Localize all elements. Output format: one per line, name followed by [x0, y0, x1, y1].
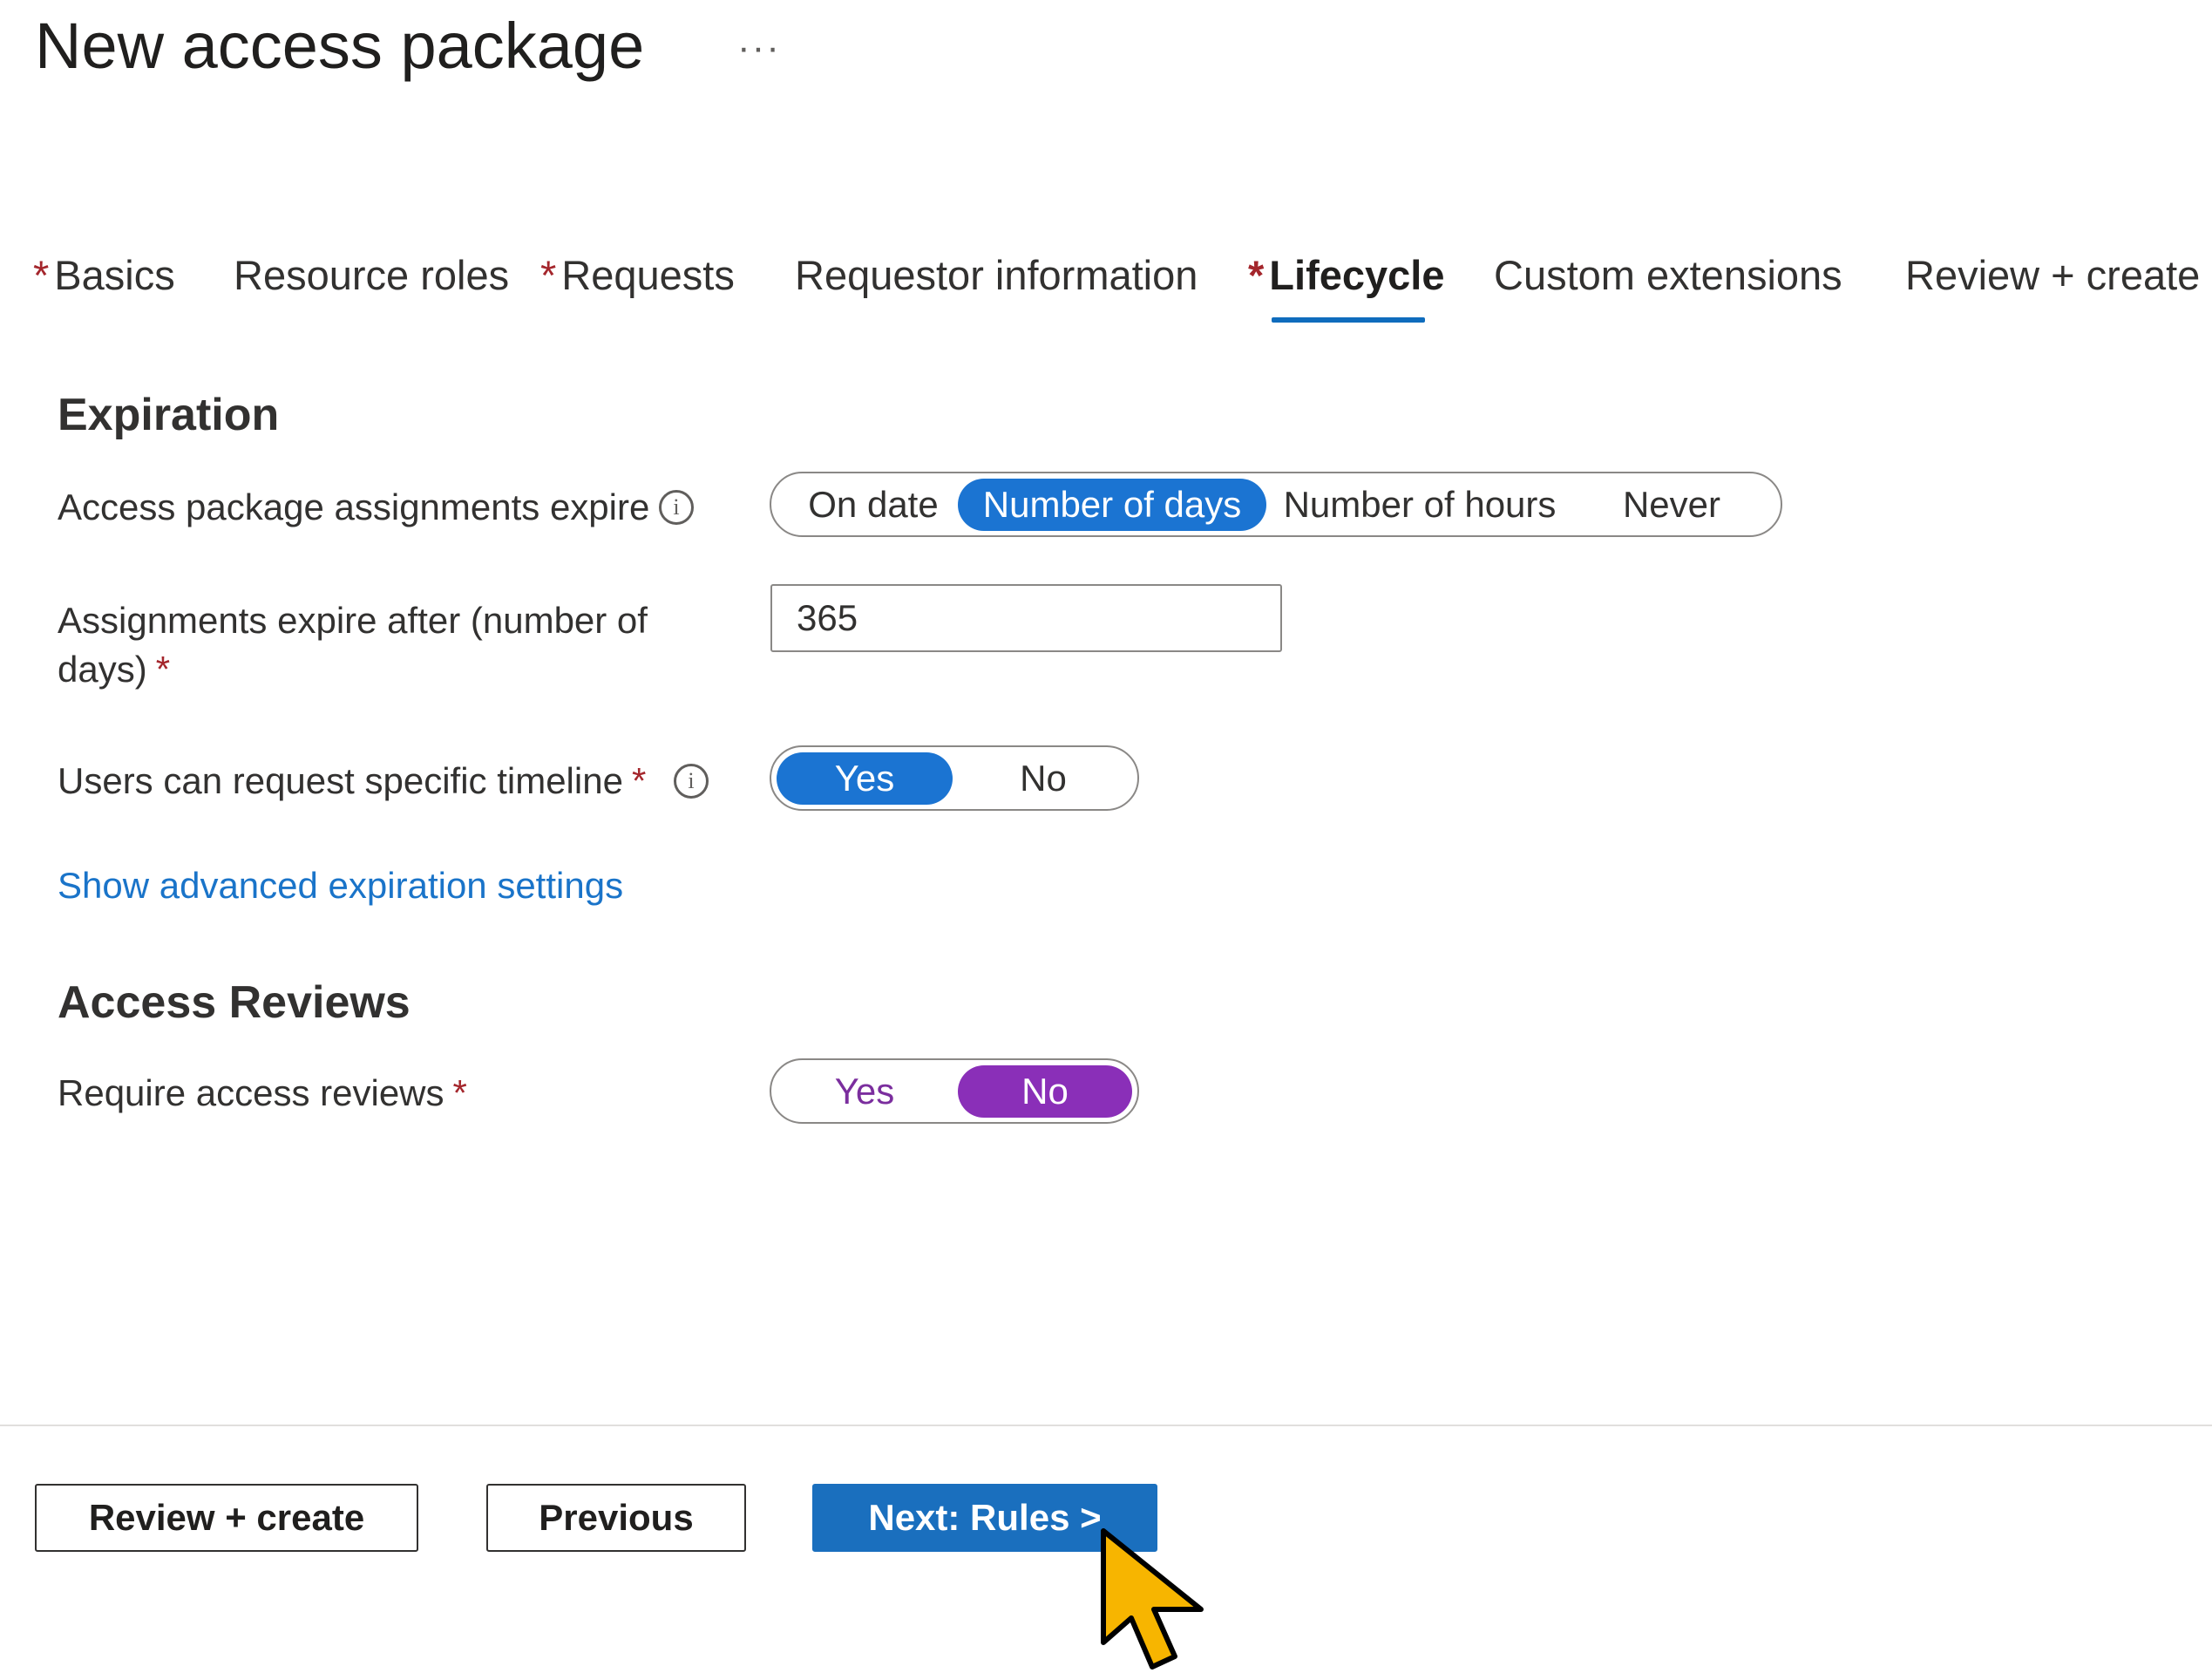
info-glyph: i	[673, 494, 680, 520]
wizard-tabs: * Basics Resource roles * Requests Request…	[0, 251, 2212, 330]
info-icon[interactable]: i	[674, 764, 709, 799]
timeline-yes[interactable]: Yes	[777, 752, 953, 805]
tab-label: Basics	[54, 252, 175, 298]
required-mark: *	[631, 760, 647, 801]
footer-divider	[0, 1425, 2212, 1426]
required-mark: *	[33, 252, 50, 298]
active-tab-indicator	[1272, 317, 1425, 323]
previous-button[interactable]: Previous	[486, 1484, 746, 1552]
tab-resource-roles[interactable]: Resource roles	[234, 251, 509, 299]
option-never[interactable]: Never	[1571, 479, 1772, 531]
info-icon[interactable]: i	[659, 490, 694, 525]
tab-label: Resource roles	[234, 252, 510, 298]
tab-requestor-information[interactable]: Requestor information	[795, 251, 1198, 299]
days-input[interactable]	[770, 584, 1282, 652]
required-mark: *	[452, 1072, 467, 1113]
timeline-label-text: Users can request specific timeline	[58, 760, 623, 801]
expiration-section-title: Expiration	[58, 390, 280, 440]
option-number-of-days[interactable]: Number of days	[958, 479, 1266, 531]
tab-custom-extensions[interactable]: Custom extensions	[1494, 251, 1842, 299]
tab-label: Requestor information	[795, 252, 1198, 298]
required-mark: *	[540, 252, 557, 298]
timeline-toggle: Yes No	[770, 745, 1139, 811]
days-label-line2: days)	[58, 649, 147, 690]
tab-review-create[interactable]: Review + create	[1905, 251, 2200, 299]
option-on-date[interactable]: On date	[790, 479, 956, 531]
tab-label: Custom extensions	[1494, 252, 1842, 298]
ellipsis-icon[interactable]: ···	[737, 26, 781, 70]
mouse-pointer-icon	[1101, 1528, 1204, 1670]
timeline-label: Users can request specific timeline *	[58, 757, 646, 806]
tab-requests[interactable]: * Requests	[540, 251, 735, 299]
tab-label: Lifecycle	[1269, 252, 1445, 298]
tab-label: Requests	[561, 252, 735, 298]
reviews-yes[interactable]: Yes	[777, 1065, 953, 1118]
page-title: New access package	[35, 10, 645, 82]
days-label: Assignments expire after (number of days…	[58, 596, 648, 694]
info-glyph: i	[688, 768, 695, 793]
require-reviews-text: Require access reviews	[58, 1072, 444, 1113]
tab-lifecycle[interactable]: * Lifecycle	[1248, 251, 1444, 299]
access-reviews-section-title: Access Reviews	[58, 977, 411, 1028]
required-mark: *	[1248, 252, 1265, 298]
timeline-no[interactable]: No	[956, 752, 1130, 805]
tab-label: Review + create	[1905, 252, 2201, 298]
review-create-button[interactable]: Review + create	[35, 1484, 418, 1552]
expire-type-selector: On date Number of days Number of hours N…	[770, 472, 1782, 537]
require-reviews-label: Require access reviews *	[58, 1069, 467, 1118]
tab-basics[interactable]: * Basics	[33, 251, 175, 299]
access-reviews-toggle: Yes No	[770, 1058, 1139, 1124]
reviews-no[interactable]: No	[958, 1065, 1132, 1118]
advanced-expiration-link[interactable]: Show advanced expiration settings	[58, 865, 623, 907]
days-label-line1: Assignments expire after (number of	[58, 600, 648, 641]
expire-label: Access package assignments expire	[58, 486, 650, 527]
option-number-of-hours[interactable]: Number of hours	[1280, 479, 1559, 531]
required-mark: *	[155, 649, 171, 690]
